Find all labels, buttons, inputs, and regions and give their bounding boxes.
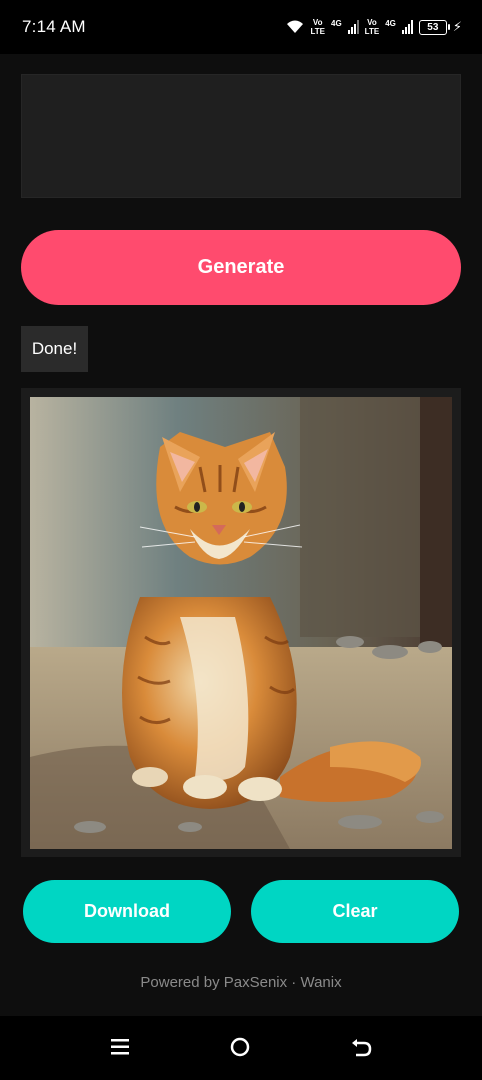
menu-icon[interactable] bbox=[110, 1038, 130, 1056]
status-badge: Done! bbox=[21, 326, 88, 372]
download-label: Download bbox=[84, 901, 170, 921]
sim2-volte: Vo LTE bbox=[364, 18, 380, 36]
status-bar: 7:14 AM Vo LTE 4G Vo LTE 4G 53 ⚡ bbox=[0, 0, 482, 54]
battery-level: 53 bbox=[427, 21, 439, 33]
charging-icon: ⚡ bbox=[452, 19, 462, 34]
clear-button[interactable]: Clear bbox=[251, 880, 459, 943]
battery-icon: 53 bbox=[418, 19, 450, 35]
wifi-icon bbox=[287, 20, 304, 33]
download-button[interactable]: Download bbox=[23, 880, 231, 943]
generate-label: Generate bbox=[197, 256, 285, 278]
generate-button[interactable]: Generate bbox=[21, 230, 461, 305]
navigation-bar bbox=[0, 1016, 482, 1080]
signal-icon bbox=[347, 20, 359, 34]
back-icon[interactable] bbox=[350, 1037, 372, 1057]
prompt-input[interactable] bbox=[21, 74, 461, 198]
generated-image-frame bbox=[21, 388, 461, 857]
home-icon[interactable] bbox=[230, 1037, 250, 1057]
generated-cat-image bbox=[30, 397, 452, 849]
signal-icon bbox=[401, 20, 413, 34]
sim1-network-label: 4G bbox=[331, 18, 342, 28]
status-time: 7:14 AM bbox=[22, 17, 86, 36]
clear-label: Clear bbox=[332, 901, 378, 921]
sim1-volte: Vo LTE bbox=[310, 18, 325, 36]
sim2-network-label: 4G bbox=[385, 18, 396, 28]
status-icons: Vo LTE 4G Vo LTE 4G 53 ⚡ bbox=[286, 16, 462, 38]
footer-credit: Powered by PaxSenix · Wanix bbox=[140, 974, 342, 991]
